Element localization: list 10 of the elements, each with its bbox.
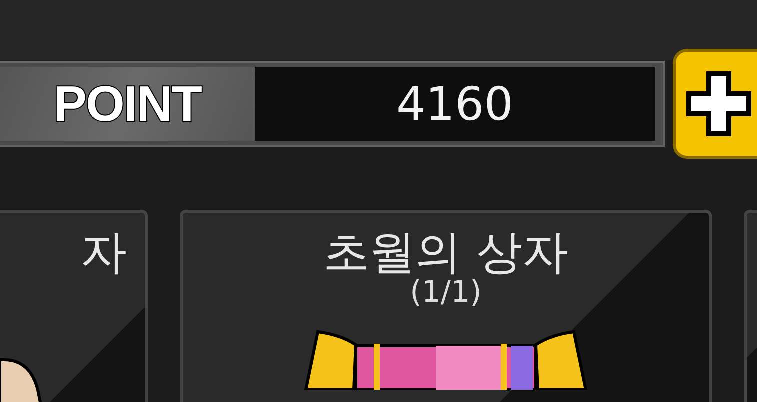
item-card[interactable]: 초월의 상자 (1/1): [180, 210, 712, 402]
item-drawing: [0, 358, 44, 402]
card-title: 초월의 상자: [324, 227, 568, 278]
card-count: (1/1): [410, 278, 482, 308]
card-title: 자: [80, 227, 128, 278]
item-card[interactable]: 자: [0, 210, 148, 402]
add-points-button[interactable]: [673, 49, 757, 159]
point-label: POINT: [54, 74, 202, 134]
point-value: 4160: [396, 76, 514, 132]
plus-icon: [684, 69, 752, 139]
